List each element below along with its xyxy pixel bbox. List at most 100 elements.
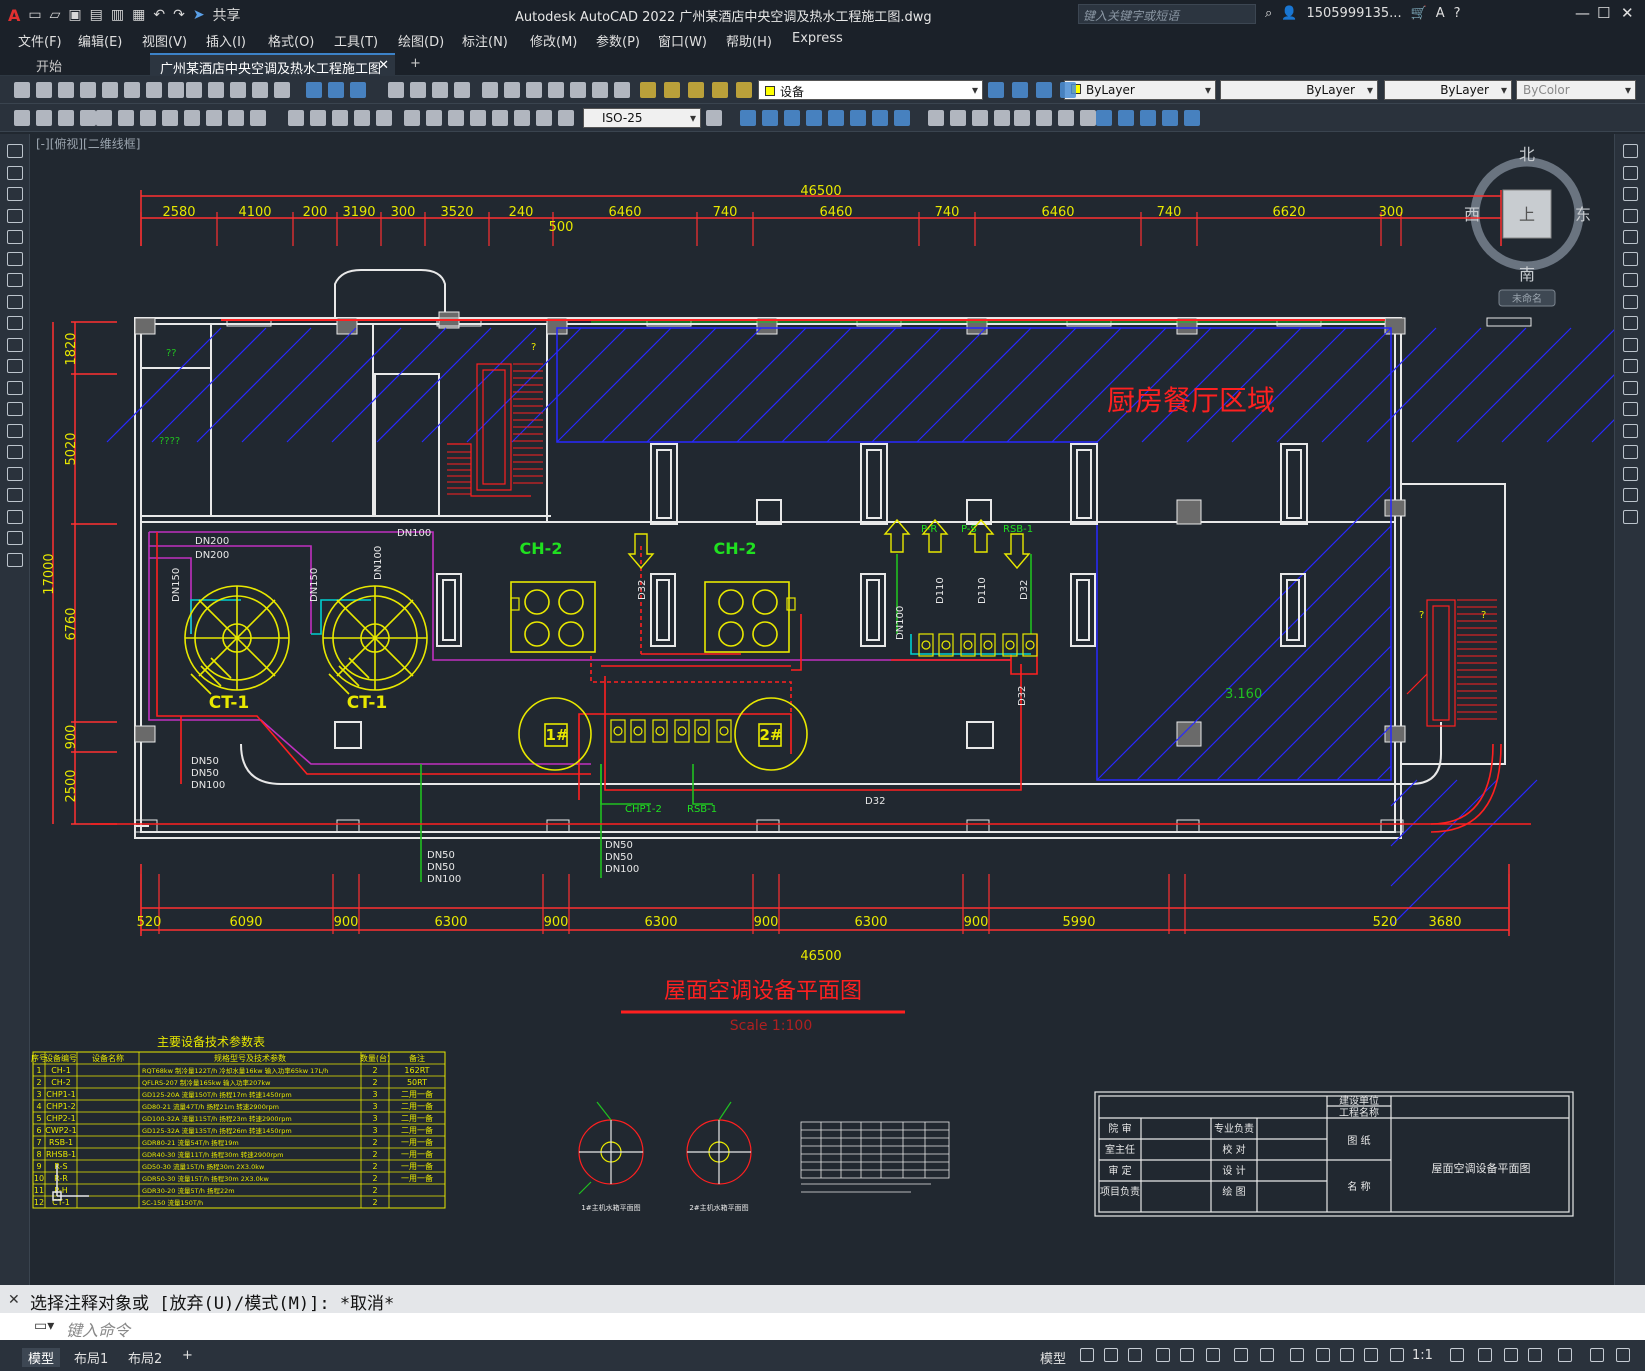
toolbar-icon[interactable] bbox=[80, 110, 96, 126]
equipment-table[interactable]: 序号设备编号 设备名称 规格型号及技术参数 数量(台) 备注1 CH-1 RQT68kw 制… bbox=[31, 1051, 446, 1209]
plotstyle-dropdown[interactable]: ByColor bbox=[1516, 80, 1636, 100]
modify-tool-icon[interactable] bbox=[1623, 445, 1638, 459]
toolbar-icon[interactable] bbox=[664, 82, 680, 98]
toolbar-icon[interactable] bbox=[492, 110, 508, 126]
draw-tool-icon[interactable] bbox=[7, 187, 23, 201]
toolbar-icon[interactable] bbox=[784, 110, 800, 126]
left-dim[interactable]: 5020 bbox=[64, 432, 79, 465]
add-layout-icon[interactable]: + bbox=[182, 1348, 193, 1363]
status-toggle-icon[interactable] bbox=[1290, 1348, 1304, 1362]
pipe-label[interactable]: DN50 bbox=[191, 756, 219, 767]
modify-tool-icon[interactable] bbox=[1623, 488, 1638, 502]
search-input[interactable]: 键入关键字或短语 bbox=[1078, 4, 1256, 24]
toolbar-icon[interactable] bbox=[1036, 82, 1052, 98]
toolbar-icon[interactable] bbox=[162, 110, 178, 126]
draw-tool-icon[interactable] bbox=[7, 509, 23, 524]
status-toggle-icon[interactable] bbox=[1504, 1348, 1518, 1362]
toolbar-icon[interactable] bbox=[168, 82, 184, 98]
status-toggle-icon[interactable] bbox=[1234, 1348, 1248, 1362]
undo-icon[interactable]: ↶ bbox=[153, 7, 165, 23]
detail-drawing-2[interactable] bbox=[686, 1101, 752, 1185]
toolbar-icon[interactable] bbox=[208, 82, 224, 98]
command-input[interactable]: 键入命令 bbox=[0, 1313, 1645, 1340]
share-button[interactable]: 共享 bbox=[213, 5, 241, 25]
drawing-title[interactable]: 屋面空调设备平面图 bbox=[664, 979, 862, 1004]
draw-tool-icon[interactable] bbox=[7, 165, 23, 180]
status-toggle-icon[interactable] bbox=[1316, 1348, 1330, 1362]
top-dim[interactable]: 3190 bbox=[342, 205, 375, 220]
pipe-label[interactable]: CHP1-2 bbox=[625, 804, 662, 815]
save-icon[interactable]: ▣ bbox=[68, 7, 81, 23]
cooling-tower-2[interactable] bbox=[322, 585, 428, 695]
toolbar-icon[interactable] bbox=[706, 110, 722, 126]
toolbar-icon[interactable] bbox=[558, 110, 574, 126]
menu-item[interactable]: 绘图(D) bbox=[398, 31, 444, 50]
modify-tool-icon[interactable] bbox=[1623, 380, 1638, 395]
toolbar-icon[interactable] bbox=[140, 110, 156, 126]
toolbar-icon[interactable] bbox=[762, 110, 778, 126]
toolbar-icon[interactable] bbox=[36, 110, 52, 126]
toolbar-icon[interactable] bbox=[806, 110, 822, 126]
pipe-label[interactable]: DN50 bbox=[427, 862, 455, 873]
left-dim[interactable]: 17000 bbox=[42, 553, 57, 594]
detail-drawing-1[interactable] bbox=[578, 1101, 644, 1195]
pump[interactable] bbox=[1002, 633, 1018, 657]
toolbar-icon[interactable] bbox=[250, 110, 266, 126]
pipe-label[interactable]: DN200 bbox=[195, 536, 229, 547]
equipment-label[interactable]: CT-1 bbox=[347, 693, 387, 713]
status-toggle-icon[interactable] bbox=[1450, 1348, 1464, 1362]
toolbar-icon[interactable] bbox=[376, 110, 392, 126]
status-toggle-icon[interactable] bbox=[1206, 1348, 1220, 1362]
status-toggle-icon[interactable] bbox=[1478, 1348, 1492, 1362]
draw-tool-icon[interactable] bbox=[7, 230, 23, 244]
new-file-icon[interactable]: ▭ bbox=[28, 7, 41, 23]
status-toggle-icon[interactable] bbox=[1558, 1348, 1572, 1362]
top-dim[interactable]: 3520 bbox=[440, 205, 473, 220]
modify-tool-icon[interactable] bbox=[1623, 359, 1638, 373]
status-toggle-icon[interactable] bbox=[1180, 1348, 1194, 1362]
menu-item[interactable]: 修改(M) bbox=[530, 31, 577, 50]
menu-item[interactable]: 工具(T) bbox=[334, 31, 378, 50]
viewport-label[interactable]: [-][俯视][二维线框] bbox=[36, 136, 140, 151]
modify-tool-icon[interactable] bbox=[1623, 509, 1638, 524]
pump[interactable] bbox=[674, 719, 690, 743]
viewcube-south[interactable]: 南 bbox=[1519, 265, 1535, 284]
layer-dropdown[interactable]: 设备 bbox=[758, 80, 983, 100]
draw-tool-icon[interactable] bbox=[7, 380, 23, 395]
toolbar-icon[interactable] bbox=[548, 82, 564, 98]
building-walls[interactable] bbox=[134, 269, 1506, 839]
pipe-label[interactable]: RSB-1 bbox=[1003, 524, 1033, 535]
pipe-label[interactable]: DN100 bbox=[427, 874, 461, 885]
model-space-button[interactable]: 模型 bbox=[1040, 1348, 1066, 1367]
bottom-dim[interactable]: 520 bbox=[137, 915, 162, 930]
toolbar-icon[interactable] bbox=[354, 110, 370, 126]
command-close-icon[interactable]: ✕ bbox=[8, 1292, 20, 1308]
equipment-label[interactable]: 1# bbox=[545, 726, 568, 744]
top-dim[interactable]: 300 bbox=[1379, 205, 1404, 220]
status-toggle-icon[interactable] bbox=[1156, 1348, 1170, 1362]
menu-item[interactable]: 视图(V) bbox=[142, 31, 187, 50]
viewcube-north[interactable]: 北 bbox=[1519, 145, 1535, 164]
pipe-label[interactable]: DN200 bbox=[195, 550, 229, 561]
bottom-dim[interactable]: 900 bbox=[964, 915, 989, 930]
modify-tool-icon[interactable] bbox=[1623, 187, 1638, 201]
menu-item[interactable]: 窗口(W) bbox=[658, 31, 707, 50]
toolbar-icon[interactable] bbox=[570, 82, 586, 98]
menu-item[interactable]: 文件(F) bbox=[18, 31, 62, 50]
toolbar-icon[interactable] bbox=[206, 110, 222, 126]
pump[interactable] bbox=[938, 633, 954, 657]
modify-tool-icon[interactable] bbox=[1623, 208, 1638, 223]
draw-tool-icon[interactable] bbox=[7, 316, 23, 330]
pipe-network[interactable] bbox=[91, 531, 1531, 882]
table-title[interactable]: 主要设备技术参数表 bbox=[157, 1034, 265, 1049]
toolbar-icon[interactable] bbox=[828, 110, 844, 126]
toolbar-icon[interactable] bbox=[1096, 110, 1112, 126]
draw-tool-icon[interactable] bbox=[7, 273, 23, 287]
toolbar-icon[interactable] bbox=[124, 82, 140, 98]
toolbar-icon[interactable] bbox=[1080, 110, 1096, 126]
pipe-label[interactable]: D110 bbox=[977, 577, 988, 604]
toolbar-icon[interactable] bbox=[972, 110, 988, 126]
top-dim[interactable]: 200 bbox=[303, 205, 328, 220]
modify-tool-icon[interactable] bbox=[1623, 423, 1638, 438]
left-dim[interactable]: 6760 bbox=[64, 607, 79, 640]
